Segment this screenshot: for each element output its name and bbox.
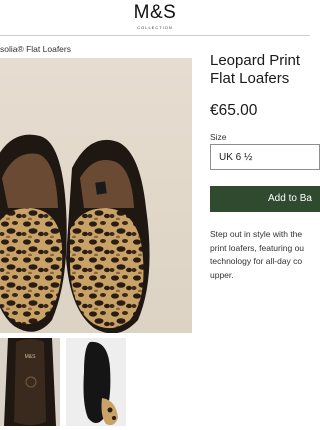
site-header: M&S COLLECTION — [0, 0, 310, 36]
product-title-line-1: Leopard Print — [210, 52, 301, 69]
product-description: Step out in style with the print loafers… — [210, 228, 320, 282]
sole-photo — [66, 338, 126, 426]
logo[interactable]: M&S — [0, 2, 310, 24]
breadcrumb[interactable]: solia® Flat Loafers — [0, 44, 71, 54]
insole-brand-label: M&S — [25, 354, 37, 360]
product-main-image[interactable] — [0, 58, 192, 333]
logo-subtitle: COLLECTION — [137, 25, 173, 30]
description-line: technology for all-day co — [210, 256, 303, 266]
description-line: Step out in style with the — [210, 229, 303, 239]
description-line: print loafers, featuring ou — [210, 242, 305, 253]
thumbnail-sole[interactable] — [66, 338, 126, 426]
product-title: Leopard Print Flat Loafers — [210, 52, 320, 88]
size-label: Size — [210, 132, 227, 142]
size-select[interactable]: UK 6 ½ — [210, 144, 320, 170]
product-price: €65.00 — [210, 102, 258, 119]
thumbnail-insole[interactable]: M&S — [0, 338, 60, 426]
description-line: upper. — [210, 269, 234, 280]
insole-photo: M&S — [0, 338, 60, 426]
add-to-bag-button[interactable]: Add to Ba — [210, 186, 320, 212]
product-title-line-2: Flat Loafers — [210, 70, 290, 87]
loafers-photo — [0, 58, 192, 333]
